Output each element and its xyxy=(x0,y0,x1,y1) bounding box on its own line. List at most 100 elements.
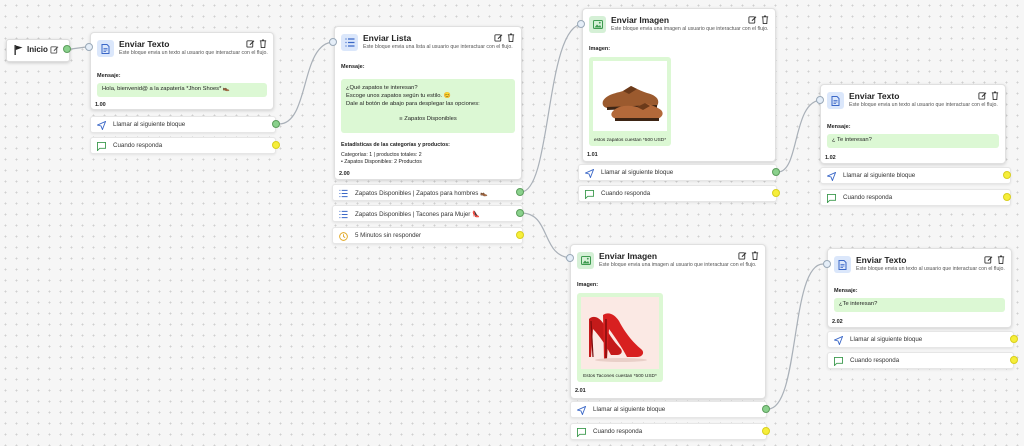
start-node[interactable]: Inicio xyxy=(6,39,70,62)
option-next-block[interactable]: Llamar al siguiente bloque xyxy=(90,116,276,133)
message-line: ¿Qué zapatos te interesan? xyxy=(346,85,418,91)
message-bubble: ¿Te interesan? xyxy=(834,298,1005,312)
option-next-block[interactable]: Llamar al siguiente bloque xyxy=(820,167,1011,184)
node-title: Enviar Imagen xyxy=(599,251,658,261)
flag-icon xyxy=(14,45,23,55)
option-next-block[interactable]: Llamar al siguiente bloque xyxy=(570,401,767,418)
send-image-node-2[interactable]: Enviar Imagen Este bloque envia una imag… xyxy=(570,244,766,399)
trash-icon[interactable] xyxy=(259,39,267,48)
list-button-label: ≡ Zapatos Disponibles xyxy=(399,115,457,122)
send-list-node[interactable]: Enviar Lista Este bloque envia una lista… xyxy=(334,26,522,180)
message-label: Mensaje: xyxy=(97,73,121,79)
chat-icon xyxy=(577,428,586,437)
option-label: 5 Minutos sin responder xyxy=(355,232,422,239)
chat-icon xyxy=(585,190,594,199)
input-handle[interactable] xyxy=(823,260,831,268)
output-handle[interactable] xyxy=(1003,193,1011,201)
option-when-reply[interactable]: Cuando responda xyxy=(820,189,1011,206)
send-icon xyxy=(834,336,843,345)
chat-icon xyxy=(97,142,106,151)
node-index: 1.01 xyxy=(587,152,598,158)
option-label: Llamar al siguiente bloque xyxy=(113,121,186,128)
option-next-block[interactable]: Llamar al siguiente bloque xyxy=(827,331,1014,348)
option-list-item-men[interactable]: Zapatos Disponibles | Zapatos para hombr… xyxy=(332,184,523,201)
edit-icon[interactable] xyxy=(494,33,503,42)
send-text-node-3[interactable]: Enviar Texto Este bloque envia un texto … xyxy=(827,248,1012,328)
edit-icon[interactable] xyxy=(978,91,987,100)
start-output-handle[interactable] xyxy=(63,45,71,53)
edit-icon[interactable] xyxy=(738,251,747,260)
output-handle[interactable] xyxy=(516,231,524,239)
image-label: Imagen: xyxy=(589,46,611,52)
image-caption: Estos Tacones cuestan *500 USD* xyxy=(583,374,657,379)
image-icon xyxy=(589,16,606,33)
stats-line: • Zapatos Disponibles: 2 Productos xyxy=(341,159,422,165)
output-handle[interactable] xyxy=(772,189,780,197)
send-text-node-2[interactable]: Enviar Texto Este bloque envia un texto … xyxy=(820,84,1006,164)
option-when-reply[interactable]: Cuando responda xyxy=(570,423,767,440)
trash-icon[interactable] xyxy=(997,255,1005,264)
node-title: Enviar Texto xyxy=(856,255,907,265)
output-handle[interactable] xyxy=(1010,335,1018,343)
start-label: Inicio xyxy=(27,45,48,54)
heels-image xyxy=(589,313,647,362)
trash-icon[interactable] xyxy=(507,33,515,42)
node-description: Este bloque envia un texto al usuario qu… xyxy=(856,266,1005,272)
node-description: Este bloque envia un texto al usuario qu… xyxy=(119,50,268,56)
send-icon xyxy=(577,406,586,415)
image-preview: estos zapatos cuestan *500 USD* xyxy=(589,57,671,146)
option-label: Zapatos Disponibles | Zapatos para hombr… xyxy=(355,190,488,197)
input-handle[interactable] xyxy=(816,96,824,104)
image-caption: estos zapatos cuestan *500 USD* xyxy=(593,138,667,143)
node-description: Este bloque envia una lista al usuario q… xyxy=(363,44,513,50)
message-label: Mensaje: xyxy=(834,288,858,294)
send-text-node-1[interactable]: Enviar Texto Este bloque envia un texto … xyxy=(90,32,274,110)
edit-icon[interactable] xyxy=(50,45,59,54)
edit-icon[interactable] xyxy=(246,39,255,48)
output-handle[interactable] xyxy=(772,168,780,176)
option-label: Cuando responda xyxy=(850,357,900,364)
document-icon xyxy=(827,92,844,109)
output-handle[interactable] xyxy=(272,141,280,149)
input-handle[interactable] xyxy=(85,43,93,51)
message-bubble: Hola, bienvenid@ a la zapatería *Jhon Sh… xyxy=(97,83,267,97)
option-list-item-women[interactable]: Zapatos Disponibles | Tacones para Mujer… xyxy=(332,205,523,222)
edit-icon[interactable] xyxy=(748,15,757,24)
option-when-reply[interactable]: Cuando responda xyxy=(827,352,1014,369)
node-title: Enviar Lista xyxy=(363,33,412,43)
option-next-block[interactable]: Llamar al siguiente bloque xyxy=(578,164,777,181)
output-handle[interactable] xyxy=(1003,171,1011,179)
node-description: Este bloque envia una imagen al usuario … xyxy=(599,262,757,268)
message-bubble: ¿ Te interesan? xyxy=(827,134,999,148)
trash-icon[interactable] xyxy=(991,91,999,100)
send-image-node-1[interactable]: Enviar Imagen Este bloque envia una imag… xyxy=(582,8,776,162)
document-icon xyxy=(97,40,114,57)
input-handle[interactable] xyxy=(577,20,585,28)
option-when-reply[interactable]: Cuando responda xyxy=(90,137,276,154)
node-title: Enviar Texto xyxy=(849,91,900,101)
input-handle[interactable] xyxy=(329,38,337,46)
node-title: Enviar Texto xyxy=(119,39,170,49)
image-icon xyxy=(577,252,594,269)
output-handle[interactable] xyxy=(516,209,524,217)
input-handle[interactable] xyxy=(566,254,574,262)
option-timeout[interactable]: 5 Minutos sin responder xyxy=(332,227,523,244)
trash-icon[interactable] xyxy=(751,251,759,260)
trash-icon[interactable] xyxy=(761,15,769,24)
chat-icon xyxy=(827,194,836,203)
output-handle[interactable] xyxy=(516,188,524,196)
option-label: Llamar al siguiente bloque xyxy=(850,336,923,343)
clock-icon xyxy=(339,232,348,241)
send-icon xyxy=(585,169,594,178)
edit-icon[interactable] xyxy=(984,255,993,264)
option-label: Cuando responda xyxy=(113,142,163,149)
image-label: Imagen: xyxy=(577,282,599,288)
output-handle[interactable] xyxy=(1010,356,1018,364)
output-handle[interactable] xyxy=(272,120,280,128)
node-index: 2.01 xyxy=(575,388,586,394)
chat-icon xyxy=(834,357,843,366)
option-when-reply[interactable]: Cuando responda xyxy=(578,185,777,202)
output-handle[interactable] xyxy=(762,405,770,413)
message-line: Escoge unos zapatos según tu estilo. 😊 xyxy=(346,93,451,100)
output-handle[interactable] xyxy=(762,427,770,435)
